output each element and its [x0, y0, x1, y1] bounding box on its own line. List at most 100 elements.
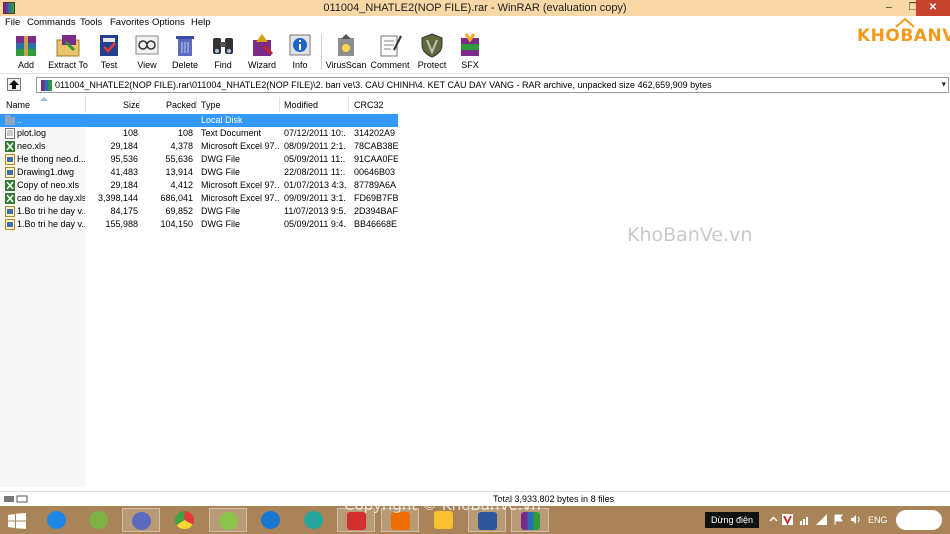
wizard-button[interactable]: Wizard: [241, 32, 283, 70]
menu-commands[interactable]: Commands: [27, 17, 76, 28]
taskbar-zalo[interactable]: [252, 508, 290, 532]
file-packed: 686,041: [160, 193, 193, 203]
delete-button[interactable]: Delete: [164, 32, 206, 70]
menu-help[interactable]: Help: [191, 17, 211, 28]
dwg-file-icon: [5, 154, 15, 165]
comment-label: Comment: [370, 60, 410, 70]
protect-button[interactable]: Protect: [411, 32, 453, 70]
file-crc: BB46668E: [354, 219, 398, 229]
roof-icon: [895, 18, 915, 28]
find-button[interactable]: Find: [202, 32, 244, 70]
file-modified: 08/09/2011 2:1...: [284, 141, 346, 151]
file-packed: 4,378: [170, 141, 193, 151]
file-size: 29,184: [110, 180, 138, 190]
file-name: plot.log: [17, 128, 47, 138]
add-button[interactable]: Add: [5, 32, 47, 70]
column-divider: [348, 97, 349, 112]
copyright-watermark: Copyright © KhoBanVe.vn: [344, 496, 541, 514]
taskbar-internet-explorer[interactable]: [38, 508, 76, 532]
table-row[interactable]: plot.log 108 108 Text Document 07/12/201…: [0, 127, 398, 140]
folder-up-icon: [5, 115, 15, 125]
file-name: Drawing1.dwg: [17, 167, 75, 177]
up-folder-button[interactable]: [7, 78, 21, 91]
file-type: Text Document: [201, 128, 262, 138]
file-modified: 09/09/2011 3:1...: [284, 193, 346, 203]
virusscan-label: VirusScan: [325, 60, 367, 70]
text-file-icon: [5, 128, 15, 139]
table-row[interactable]: cao do he day.xls 3,398,144 686,041 Micr…: [0, 192, 398, 205]
taskbar-coccoc[interactable]: [209, 508, 247, 532]
watermark-text: KhoBanVe.vn: [627, 224, 753, 246]
find-icon: [213, 38, 233, 54]
view-label: View: [137, 60, 157, 70]
delete-icon: [176, 36, 194, 56]
delete-label: Delete: [171, 60, 198, 70]
column-header-name[interactable]: Name: [6, 97, 30, 112]
extract-to-button[interactable]: Extract To: [47, 32, 89, 70]
column-header-crc32[interactable]: CRC32: [354, 97, 384, 112]
title-bar: 011004_NHATLE2(NOP FILE).rar - WinRAR (e…: [0, 0, 950, 16]
file-packed: 104,150: [160, 219, 193, 229]
table-row[interactable]: Copy of neo.xls 29,184 4,412 Microsoft E…: [0, 179, 398, 192]
column-header-packed[interactable]: Packed: [166, 97, 196, 112]
language-indicator[interactable]: ENG: [868, 515, 888, 525]
taskbar-chrome[interactable]: [166, 508, 204, 532]
info-icon: [289, 34, 311, 56]
table-row[interactable]: 1.Bo tri he day v... 155,988 104,150 DWG…: [0, 218, 398, 231]
info-label: Info: [292, 60, 308, 70]
file-name: Copy of neo.xls: [17, 180, 80, 190]
chevron-down-icon[interactable]: ▾: [941, 79, 946, 90]
taskbar-p-app[interactable]: [295, 508, 333, 532]
file-name: cao do he day.xls: [17, 193, 85, 203]
info-button[interactable]: Info: [279, 32, 321, 70]
sfx-button[interactable]: SFX: [449, 32, 491, 70]
file-type: DWG File: [201, 219, 240, 229]
taskbar-utorrent[interactable]: [80, 508, 118, 532]
menu-favorites[interactable]: Favorites: [110, 17, 149, 28]
comment-button[interactable]: Comment: [369, 32, 411, 70]
file-size: 41,483: [110, 167, 138, 177]
tray-chevron-icon[interactable]: [768, 514, 779, 525]
view-button[interactable]: View: [126, 32, 168, 70]
protect-icon: [421, 33, 443, 58]
table-row[interactable]: Drawing1.dwg 41,483 13,914 DWG File 22/0…: [0, 166, 398, 179]
column-header-modified[interactable]: Modified: [284, 97, 318, 112]
file-name: He thong neo.d...: [17, 154, 85, 164]
column-header-type[interactable]: Type: [201, 97, 221, 112]
dwg-file-icon: [5, 167, 15, 178]
file-name: ..: [17, 115, 23, 125]
tray-v-icon[interactable]: [782, 514, 793, 525]
start-button[interactable]: [0, 508, 38, 532]
add-label: Add: [17, 60, 34, 70]
signal-icon[interactable]: [816, 514, 827, 525]
comment-icon: [380, 35, 402, 57]
test-button[interactable]: Test: [88, 32, 130, 70]
toolbar: Add Extract To Test View Delete Find Wiz…: [0, 30, 950, 74]
file-type: Local Disk: [201, 115, 243, 125]
table-row[interactable]: .. Local Disk: [0, 114, 398, 127]
virusscan-button[interactable]: VirusScan: [325, 32, 367, 70]
file-crc: 87789A6A: [354, 180, 397, 190]
column-header-size[interactable]: Size: [123, 97, 141, 112]
path-field[interactable]: 011004_NHATLE2(NOP FILE).rar\011004_NHAT…: [36, 77, 949, 93]
network-icon[interactable]: [799, 514, 810, 525]
table-row[interactable]: He thong neo.d... 95,536 55,636 DWG File…: [0, 153, 398, 166]
menu-options[interactable]: Options: [152, 17, 185, 28]
file-modified: 07/12/2011 10:...: [284, 128, 346, 138]
volume-icon[interactable]: [850, 514, 861, 525]
p-app-icon: [304, 511, 323, 529]
taskbar-windows-app[interactable]: [122, 508, 160, 532]
table-row[interactable]: neo.xls 29,184 4,378 Microsoft Excel 97.…: [0, 140, 398, 153]
menu-file[interactable]: File: [5, 17, 20, 28]
file-packed: 108: [177, 128, 193, 138]
drive-status-icon[interactable]: [4, 495, 28, 503]
flag-icon[interactable]: [833, 514, 844, 525]
up-arrow-icon: [9, 80, 19, 89]
excel-file-icon: [5, 141, 15, 152]
minimize-button[interactable]: –: [876, 0, 902, 16]
table-row[interactable]: 1.Bo tri he day v... 84,175 69,852 DWG F…: [0, 205, 398, 218]
column-divider: [139, 97, 140, 112]
close-button[interactable]: ✕: [916, 0, 950, 16]
menu-tools[interactable]: Tools: [80, 17, 102, 28]
clock-area[interactable]: [896, 510, 942, 530]
